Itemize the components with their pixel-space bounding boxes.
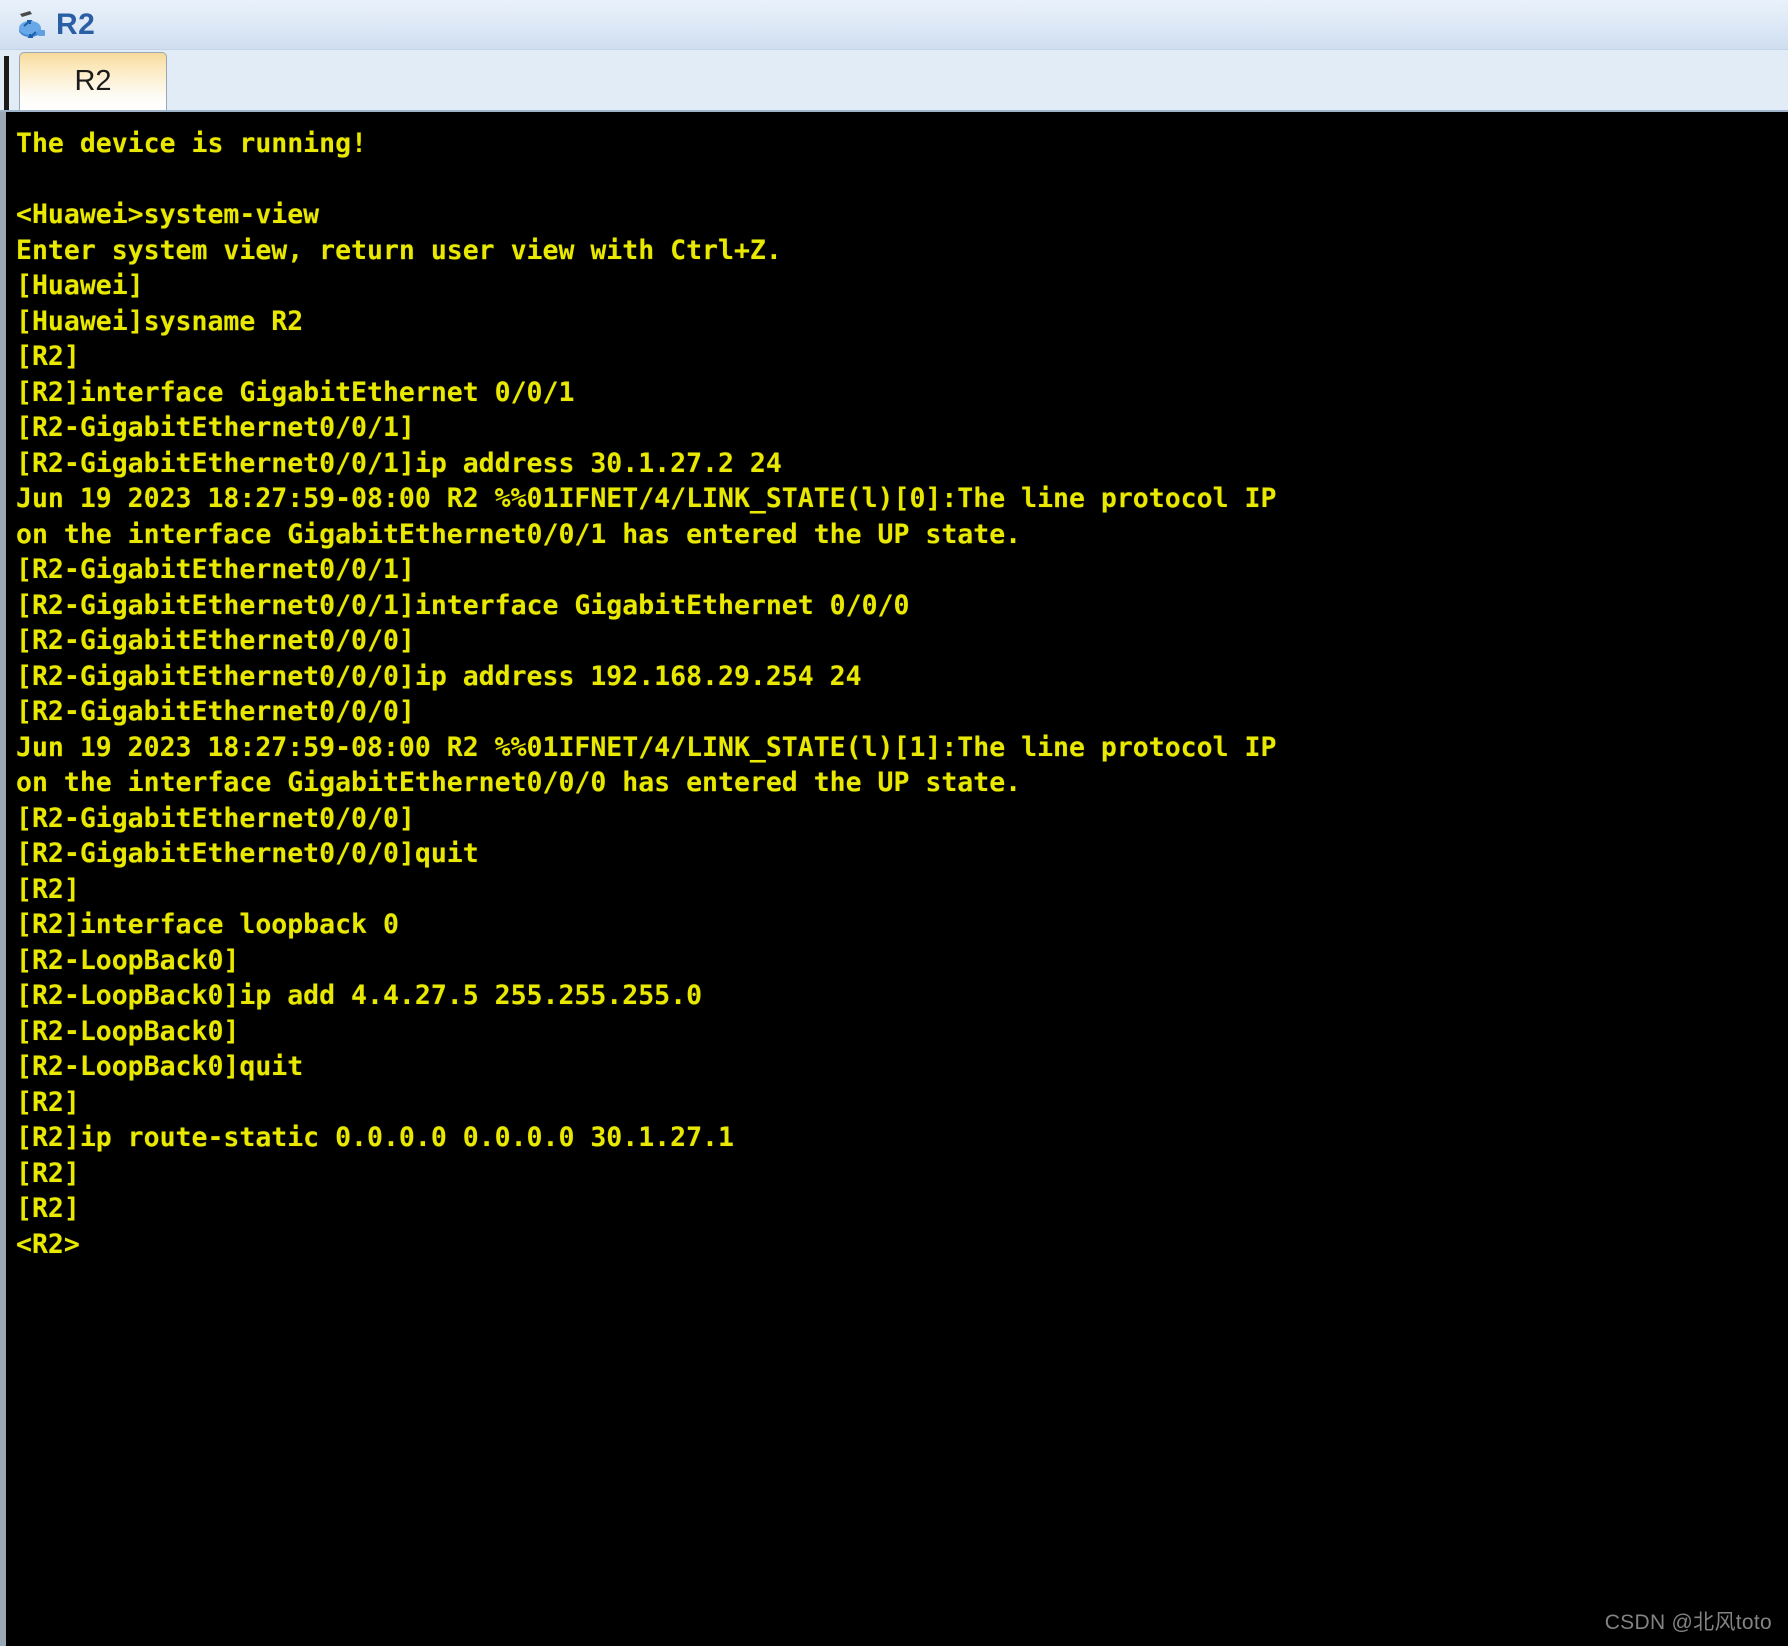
terminal-line: [R2]interface loopback 0 <box>16 909 399 940</box>
router-icon <box>14 8 48 42</box>
terminal-line: [R2-GigabitEthernet0/0/0]quit <box>16 838 479 869</box>
terminal-line: <R2> <box>16 1228 80 1260</box>
terminal-line: [Huawei] <box>16 270 144 301</box>
terminal-line: [R2-LoopBack0] <box>16 944 240 976</box>
terminal-line: Enter system view, return user view with… <box>16 234 782 266</box>
terminal-line: [R2-GigabitEthernet0/0/1] <box>16 554 415 585</box>
terminal-line: [R2-LoopBack0]quit <box>16 1051 304 1082</box>
window-title: R2 <box>56 7 96 41</box>
tab-r2[interactable]: R2 <box>19 52 167 110</box>
terminal-output: The device is running! <Huawei>system-vi… <box>6 112 1788 1262</box>
terminal-line: [R2] <box>16 873 80 905</box>
terminal-line: The device is running! <box>16 128 367 159</box>
terminal-line: Jun 19 2023 18:27:59-08:00 R2 %%01IFNET/… <box>16 731 1277 763</box>
terminal-line: [R2-GigabitEthernet0/0/0] <box>16 802 415 834</box>
terminal-line: on the interface GigabitEthernet0/0/1 ha… <box>16 518 1022 550</box>
terminal-line: <Huawei>system-view <box>16 199 320 230</box>
terminal-line: [R2-GigabitEthernet0/0/0]ip address 192.… <box>16 660 862 692</box>
terminal-line: [R2-GigabitEthernet0/0/1] <box>16 412 415 443</box>
terminal-line: [R2-GigabitEthernet0/0/1]ip address 30.1… <box>16 447 782 479</box>
terminal-line: on the interface GigabitEthernet0/0/0 ha… <box>16 767 1022 798</box>
terminal-line: [R2-LoopBack0]ip add 4.4.27.5 255.255.25… <box>16 980 703 1011</box>
terminal-line: [R2-LoopBack0] <box>16 1015 240 1047</box>
terminal-line: [R2-GigabitEthernet0/0/0] <box>16 625 415 656</box>
terminal-line: [R2] <box>16 1157 80 1189</box>
terminal-line: [Huawei]sysname R2 <box>16 305 304 337</box>
title-bar: R2 <box>0 0 1788 50</box>
terminal-line: [R2-GigabitEthernet0/0/1]interface Gigab… <box>16 589 910 621</box>
terminal-line: Jun 19 2023 18:27:59-08:00 R2 %%01IFNET/… <box>16 483 1277 514</box>
terminal-line: [R2] <box>16 341 80 372</box>
watermark: CSDN @北风toto <box>1604 1611 1772 1634</box>
terminal-line: [R2] <box>16 1193 80 1224</box>
terminal-line: [R2]ip route-static 0.0.0.0 0.0.0.0 30.1… <box>16 1122 734 1153</box>
terminal-console[interactable]: The device is running! <Huawei>system-vi… <box>0 112 1788 1646</box>
tab-strip: R2 <box>0 50 1788 112</box>
terminal-line: [R2-GigabitEthernet0/0/0] <box>16 696 415 727</box>
terminal-line: [R2] <box>16 1086 80 1118</box>
terminal-window: R2 R2 The device is running! <Huawei>sys… <box>0 0 1788 1646</box>
terminal-line: [R2]interface GigabitEthernet 0/0/1 <box>16 376 575 408</box>
tab-label: R2 <box>74 65 112 97</box>
